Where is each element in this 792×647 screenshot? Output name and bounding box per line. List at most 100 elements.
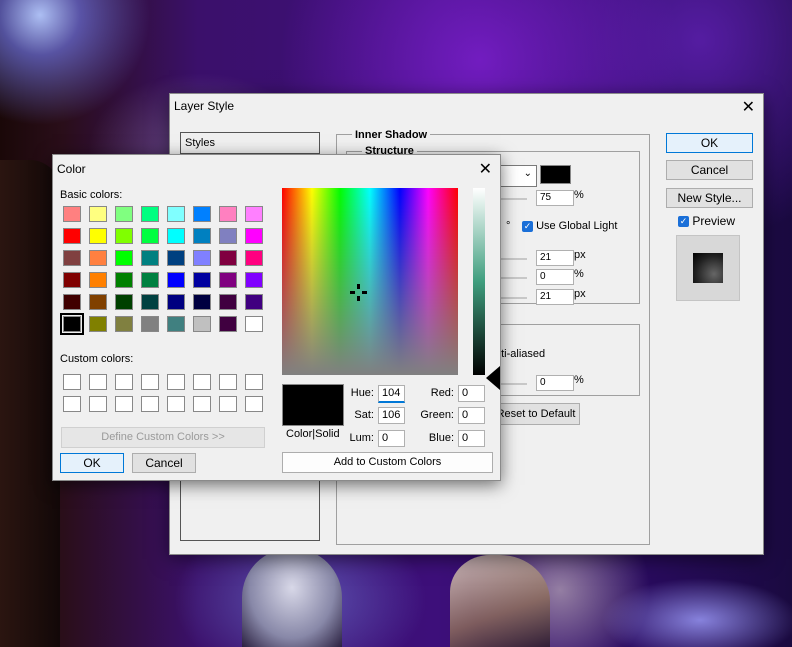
luminance-arrow-icon[interactable] xyxy=(486,366,500,390)
basic-color-swatch[interactable] xyxy=(167,316,185,332)
basic-color-swatch[interactable] xyxy=(63,228,81,244)
basic-color-swatch[interactable] xyxy=(115,272,133,288)
basic-color-swatch[interactable] xyxy=(245,272,263,288)
lum-input[interactable]: 0 xyxy=(378,430,405,447)
opacity-input[interactable]: 75 xyxy=(536,190,574,206)
custom-color-swatch[interactable] xyxy=(219,396,237,412)
choke-slider[interactable] xyxy=(501,277,527,279)
styles-header[interactable]: Styles xyxy=(181,133,319,154)
basic-color-swatch[interactable] xyxy=(219,228,237,244)
blend-mode-dropdown[interactable]: ⌄ xyxy=(500,165,537,187)
use-global-light-checkbox[interactable]: ✓ Use Global Light xyxy=(522,220,617,232)
basic-color-swatch[interactable] xyxy=(89,294,107,310)
basic-color-swatch[interactable] xyxy=(193,294,211,310)
custom-color-swatch[interactable] xyxy=(89,396,107,412)
basic-color-swatch[interactable] xyxy=(115,294,133,310)
custom-color-swatch[interactable] xyxy=(193,374,211,390)
basic-color-swatch[interactable] xyxy=(89,228,107,244)
luminance-slider[interactable] xyxy=(473,188,485,375)
basic-color-swatch[interactable] xyxy=(63,294,81,310)
basic-color-swatch[interactable] xyxy=(167,272,185,288)
preview-checkbox[interactable]: ✓ Preview xyxy=(678,214,735,228)
basic-color-swatch[interactable] xyxy=(89,272,107,288)
custom-color-swatch[interactable] xyxy=(167,396,185,412)
opacity-slider[interactable] xyxy=(501,198,527,200)
cancel-button[interactable]: Cancel xyxy=(666,160,753,180)
basic-color-swatch[interactable] xyxy=(193,250,211,266)
noise-slider[interactable] xyxy=(501,383,527,385)
basic-color-swatch[interactable] xyxy=(141,250,159,266)
green-input[interactable]: 0 xyxy=(458,407,485,424)
choke-input[interactable]: 0 xyxy=(536,269,574,285)
basic-color-swatch[interactable] xyxy=(245,294,263,310)
define-custom-colors-button[interactable]: Define Custom Colors >> xyxy=(61,427,265,448)
basic-color-swatch[interactable] xyxy=(141,206,159,222)
basic-color-swatch[interactable] xyxy=(219,250,237,266)
add-to-custom-colors-button[interactable]: Add to Custom Colors xyxy=(282,452,493,473)
basic-color-swatch[interactable] xyxy=(167,228,185,244)
custom-color-swatch[interactable] xyxy=(89,374,107,390)
basic-color-swatch[interactable] xyxy=(219,294,237,310)
custom-color-swatch[interactable] xyxy=(245,374,263,390)
basic-color-swatch[interactable] xyxy=(60,313,84,335)
basic-color-swatch[interactable] xyxy=(115,228,133,244)
custom-color-swatch[interactable] xyxy=(219,374,237,390)
custom-color-swatch[interactable] xyxy=(115,396,133,412)
distance-input[interactable]: 21 xyxy=(536,250,574,266)
shadow-color-swatch[interactable] xyxy=(540,165,571,184)
basic-color-swatch[interactable] xyxy=(115,206,133,222)
basic-color-swatch[interactable] xyxy=(245,250,263,266)
layer-style-title: Layer Style xyxy=(174,99,235,113)
sat-input[interactable]: 106 xyxy=(378,407,405,424)
basic-color-swatch[interactable] xyxy=(89,316,107,332)
basic-color-swatch[interactable] xyxy=(219,206,237,222)
basic-color-swatch[interactable] xyxy=(245,206,263,222)
basic-color-swatch[interactable] xyxy=(167,206,185,222)
custom-color-swatch[interactable] xyxy=(141,396,159,412)
distance-slider[interactable] xyxy=(501,258,527,260)
basic-color-swatch[interactable] xyxy=(115,250,133,266)
basic-color-swatch[interactable] xyxy=(141,316,159,332)
basic-color-swatch[interactable] xyxy=(141,272,159,288)
reset-to-default-button[interactable]: Reset to Default xyxy=(492,403,580,425)
basic-color-swatch[interactable] xyxy=(193,272,211,288)
basic-color-swatch[interactable] xyxy=(115,316,133,332)
size-input[interactable]: 21 xyxy=(536,289,574,305)
close-icon[interactable]: ✕ xyxy=(742,97,755,117)
color-spectrum[interactable] xyxy=(282,188,458,375)
basic-color-swatch[interactable] xyxy=(63,206,81,222)
blue-input[interactable]: 0 xyxy=(458,430,485,447)
basic-color-swatch[interactable] xyxy=(193,316,211,332)
basic-color-swatch[interactable] xyxy=(63,250,81,266)
basic-color-swatch[interactable] xyxy=(245,228,263,244)
basic-color-swatch[interactable] xyxy=(89,206,107,222)
custom-color-swatch[interactable] xyxy=(63,396,81,412)
size-slider[interactable] xyxy=(501,297,527,299)
basic-color-swatch[interactable] xyxy=(89,250,107,266)
noise-input[interactable]: 0 xyxy=(536,375,574,391)
close-icon[interactable]: ✕ xyxy=(479,159,492,179)
custom-color-swatch[interactable] xyxy=(141,374,159,390)
custom-color-swatch[interactable] xyxy=(193,396,211,412)
basic-color-swatch[interactable] xyxy=(219,316,237,332)
new-style-button[interactable]: New Style... xyxy=(666,188,753,208)
ok-button[interactable]: OK xyxy=(666,133,753,153)
basic-color-swatch[interactable] xyxy=(141,228,159,244)
red-input[interactable]: 0 xyxy=(458,385,485,402)
hue-input[interactable]: 104 xyxy=(378,385,405,403)
ok-button[interactable]: OK xyxy=(60,453,124,473)
custom-color-swatch[interactable] xyxy=(245,396,263,412)
custom-color-swatch[interactable] xyxy=(63,374,81,390)
basic-color-swatch[interactable] xyxy=(141,294,159,310)
custom-color-swatch[interactable] xyxy=(115,374,133,390)
basic-color-swatch[interactable] xyxy=(219,272,237,288)
basic-color-swatch[interactable] xyxy=(193,228,211,244)
anti-aliased-label[interactable]: nti-aliased xyxy=(495,348,545,360)
basic-color-swatch[interactable] xyxy=(245,316,263,332)
custom-color-swatch[interactable] xyxy=(167,374,185,390)
basic-color-swatch[interactable] xyxy=(167,250,185,266)
basic-color-swatch[interactable] xyxy=(167,294,185,310)
basic-color-swatch[interactable] xyxy=(193,206,211,222)
cancel-button[interactable]: Cancel xyxy=(132,453,196,473)
basic-color-swatch[interactable] xyxy=(63,272,81,288)
